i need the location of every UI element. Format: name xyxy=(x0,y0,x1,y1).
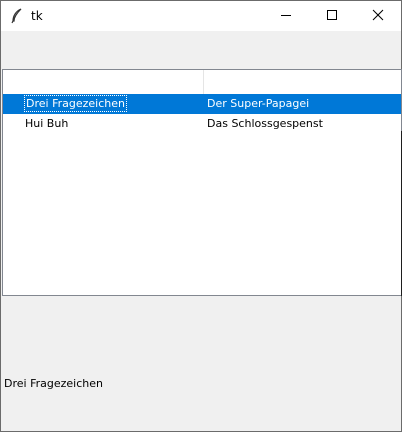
close-icon xyxy=(372,9,384,24)
treeview[interactable]: Drei Fragezeichen Der Super-Papagei Hui … xyxy=(2,69,402,296)
table-row[interactable]: Drei Fragezeichen Der Super-Papagei xyxy=(3,94,401,114)
selection-label: Drei Fragezeichen xyxy=(4,377,103,390)
minimize-icon xyxy=(280,9,292,24)
row-cell-episode: Das Schlossgespenst xyxy=(207,117,323,130)
close-button[interactable] xyxy=(355,1,401,31)
row-cell-episode: Der Super-Papagei xyxy=(207,97,310,110)
row-cell-name: Hui Buh xyxy=(25,117,69,130)
maximize-icon xyxy=(326,9,338,24)
table-row[interactable]: Hui Buh Das Schlossgespenst xyxy=(3,114,401,134)
treeview-header[interactable] xyxy=(3,70,401,94)
feather-icon xyxy=(10,8,24,24)
minimize-button[interactable] xyxy=(263,1,309,31)
row-cell-name: Drei Fragezeichen xyxy=(23,94,128,114)
tk-window: tk Drei Fragezeichen Der Super-Papagei H… xyxy=(0,0,402,432)
column-separator[interactable] xyxy=(203,70,204,94)
title-bar[interactable]: tk xyxy=(1,1,401,31)
maximize-button[interactable] xyxy=(309,1,355,31)
row-cell-name-text: Drei Fragezeichen xyxy=(24,95,127,112)
window-title: tk xyxy=(31,9,43,23)
